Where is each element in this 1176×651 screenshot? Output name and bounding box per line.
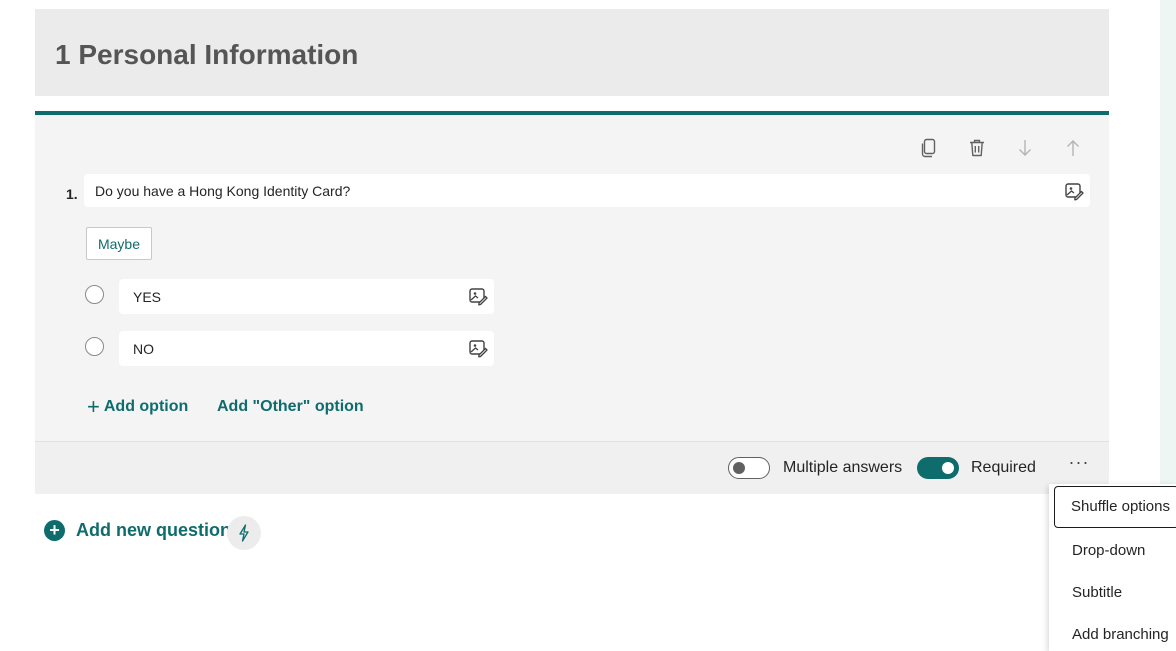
add-option-button[interactable]: + Add option xyxy=(87,394,189,419)
add-new-question-label: Add new question xyxy=(76,520,231,540)
menu-item-label: Subtitle xyxy=(1072,584,1123,601)
menu-item-label: Shuffle options xyxy=(1071,498,1170,515)
option-label: YES xyxy=(133,289,162,305)
copy-question-button[interactable] xyxy=(905,135,953,161)
move-up-button[interactable] xyxy=(1049,135,1097,161)
add-other-option-button[interactable]: Add "Other" option xyxy=(217,398,364,416)
plus-icon: + xyxy=(87,394,100,419)
copy-icon xyxy=(921,138,936,158)
question-title-input[interactable]: Do you have a Hong Kong Identity Card? xyxy=(84,174,1090,207)
question-card[interactable]: 1. Do you have a Hong Kong Identity Card… xyxy=(35,111,1109,494)
question-toolbar xyxy=(905,135,1097,161)
menu-item-subtitle[interactable]: Subtitle xyxy=(1049,571,1176,613)
menu-item-drop-down[interactable]: Drop-down xyxy=(1049,529,1176,571)
option-input-no[interactable]: NO xyxy=(119,331,494,366)
question-title-text: Do you have a Hong Kong Identity Card? xyxy=(95,183,351,199)
question-number: 1. xyxy=(66,186,78,202)
forms-editor: 1 Personal Information 1. Do you have a … xyxy=(0,0,1176,651)
suggested-option-chip[interactable]: Maybe xyxy=(86,227,152,260)
required-toggle[interactable] xyxy=(917,457,959,479)
option-radio-yes[interactable] xyxy=(85,285,104,304)
section-title: 1 Personal Information xyxy=(55,39,359,70)
arrow-down-icon xyxy=(1019,140,1031,156)
option-label: NO xyxy=(133,341,154,357)
menu-item-add-branching[interactable]: Add branching xyxy=(1049,613,1176,651)
option-radio-no[interactable] xyxy=(85,337,104,356)
menu-item-label: Add branching xyxy=(1072,626,1169,643)
question-footer: Multiple answers Required ··· xyxy=(35,442,1109,494)
add-option-label: Add option xyxy=(103,398,189,415)
lightning-icon xyxy=(239,524,249,542)
more-options-button[interactable]: ··· xyxy=(1067,453,1091,476)
toggle-knob xyxy=(733,462,745,474)
trash-icon xyxy=(970,139,984,157)
multiple-answers-toggle[interactable] xyxy=(728,457,770,479)
required-label: Required xyxy=(971,459,1036,476)
add-new-question-button[interactable]: + Add new question xyxy=(44,520,231,541)
more-options-menu: Shuffle options Drop-down Subtitle Add b… xyxy=(1049,484,1176,651)
move-down-button[interactable] xyxy=(1001,135,1049,161)
arrow-up-icon xyxy=(1067,140,1079,156)
insert-image-icon[interactable] xyxy=(468,286,488,306)
insert-image-icon[interactable] xyxy=(468,338,488,358)
section-header[interactable]: 1 Personal Information xyxy=(35,9,1109,96)
menu-item-label: Drop-down xyxy=(1072,542,1146,559)
delete-question-button[interactable] xyxy=(953,135,1001,161)
multiple-answers-label: Multiple answers xyxy=(783,459,903,476)
toggle-knob xyxy=(942,462,954,474)
option-input-yes[interactable]: YES xyxy=(119,279,494,314)
plus-circle-icon: + xyxy=(44,520,65,541)
insert-image-icon[interactable] xyxy=(1064,181,1084,201)
ai-suggestion-button[interactable] xyxy=(227,516,261,550)
menu-item-shuffle-options[interactable]: Shuffle options xyxy=(1054,486,1176,528)
